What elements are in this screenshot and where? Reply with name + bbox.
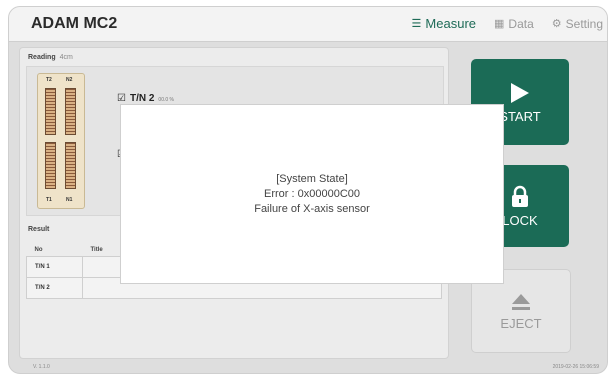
table-icon: ▦ (494, 18, 505, 30)
row-no: T/N 2 (26, 277, 83, 299)
tab-data-label: Data (508, 16, 534, 31)
play-icon (511, 82, 529, 103)
dialog-message: Failure of X-axis sensor (254, 202, 370, 215)
tab-setting-label: Setting (565, 16, 603, 31)
reading-item-label: T/N 2 (129, 93, 155, 104)
lock-button-label: LOCK (502, 212, 538, 228)
app-title: ADAM MC2 (31, 15, 118, 32)
header-bar: ADAM MC2 ☰ Measure ▦ Data ⚙ Setting (9, 7, 607, 42)
datetime-label: 2019-02-26 15:06:59 (552, 364, 599, 370)
reading-item-tn2[interactable]: ☑ T/N 2 00.0 % (117, 93, 174, 104)
column-header-no: No (34, 247, 43, 253)
tab-measure[interactable]: ☰ Measure (412, 16, 476, 31)
sensor-label-t2: T2 (46, 77, 52, 83)
reading-item-value: 00.0 % (158, 97, 174, 103)
sensor-strip (65, 88, 76, 135)
eject-icon (512, 293, 530, 310)
reading-title: Reading 4cm (28, 54, 73, 61)
sensor-strip (45, 88, 56, 135)
tab-data[interactable]: ▦ Data (494, 16, 534, 31)
eject-button-label: EJECT (500, 315, 542, 331)
gear-icon: ⚙ (551, 18, 562, 30)
nav-tabs: ☰ Measure ▦ Data ⚙ Setting (412, 16, 603, 31)
sensor-label-n1: N1 (66, 197, 73, 203)
dialog-error-code: Error : 0x00000C00 (264, 187, 360, 200)
sensor-label-n2: N2 (66, 77, 73, 83)
tab-setting[interactable]: ⚙ Setting (552, 16, 603, 31)
checkbox-checked-icon[interactable]: ☑ (117, 93, 126, 104)
system-state-dialog[interactable]: [System State] Error : 0x00000C00 Failur… (120, 104, 504, 284)
version-label: V. 1.1.0 (33, 364, 50, 370)
sensor-strip (65, 142, 76, 189)
dialog-title: [System State] (276, 172, 348, 185)
lock-icon (512, 185, 528, 207)
sensor-diagram: T2 N2 T1 N1 (37, 73, 85, 209)
start-button-label: START (499, 108, 541, 124)
result-title: Result (28, 226, 50, 233)
tab-measure-label: Measure (425, 16, 476, 31)
sensor-strip (45, 142, 56, 189)
row-no: T/N 1 (26, 256, 83, 278)
reading-unit: 4cm (59, 54, 73, 61)
sensor-label-t1: T1 (46, 197, 52, 203)
list-icon: ☰ (411, 18, 422, 30)
